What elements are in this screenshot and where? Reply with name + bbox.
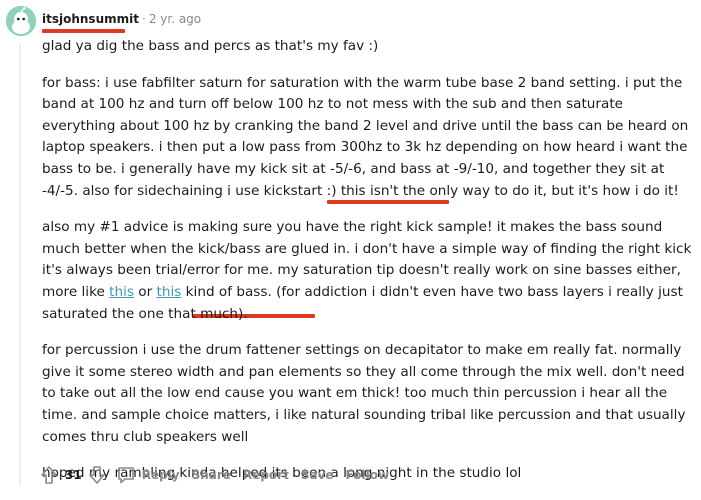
share-button[interactable]: Share	[192, 468, 231, 482]
upvote-arrow-icon[interactable]	[40, 465, 58, 485]
report-button[interactable]: Report	[243, 468, 289, 482]
comment-paragraph: for percussion i use the drum fattener s…	[42, 342, 686, 445]
comment-paragraph: for bass: i use fabfilter saturn for sat…	[42, 74, 689, 199]
bass-example-link-1[interactable]: this	[109, 284, 134, 300]
timestamp[interactable]: 2 yr. ago	[149, 12, 201, 26]
username[interactable]: itsjohnsummit	[42, 12, 139, 26]
comment-paragraph: also my #1 advice is making sure you hav…	[42, 217, 692, 325]
paragraph-text: or	[133, 283, 157, 300]
comment-actions: 31 Reply Share Report Save Follow	[40, 464, 389, 486]
save-button[interactable]: Save	[301, 468, 334, 482]
downvote-arrow-icon[interactable]	[88, 465, 106, 485]
comment-paragraph: glad ya dig the bass and percs as that's…	[42, 38, 379, 54]
comment-body: glad ya dig the bass and percs as that's…	[42, 36, 692, 500]
vote-score: 31	[65, 468, 82, 482]
highlight-mark-username	[42, 29, 125, 33]
thread-line[interactable]	[19, 44, 21, 486]
reply-button[interactable]: Reply	[142, 468, 180, 482]
avatar[interactable]	[6, 6, 36, 36]
comment-bubble-icon[interactable]	[116, 465, 136, 485]
snoo-avatar-icon	[6, 6, 36, 36]
separator-dot: ·	[141, 12, 146, 26]
bass-example-link-2[interactable]: this	[157, 284, 182, 300]
comment-header: itsjohnsummit · 2 yr. ago	[42, 11, 201, 27]
follow-button[interactable]: Follow	[346, 468, 390, 482]
